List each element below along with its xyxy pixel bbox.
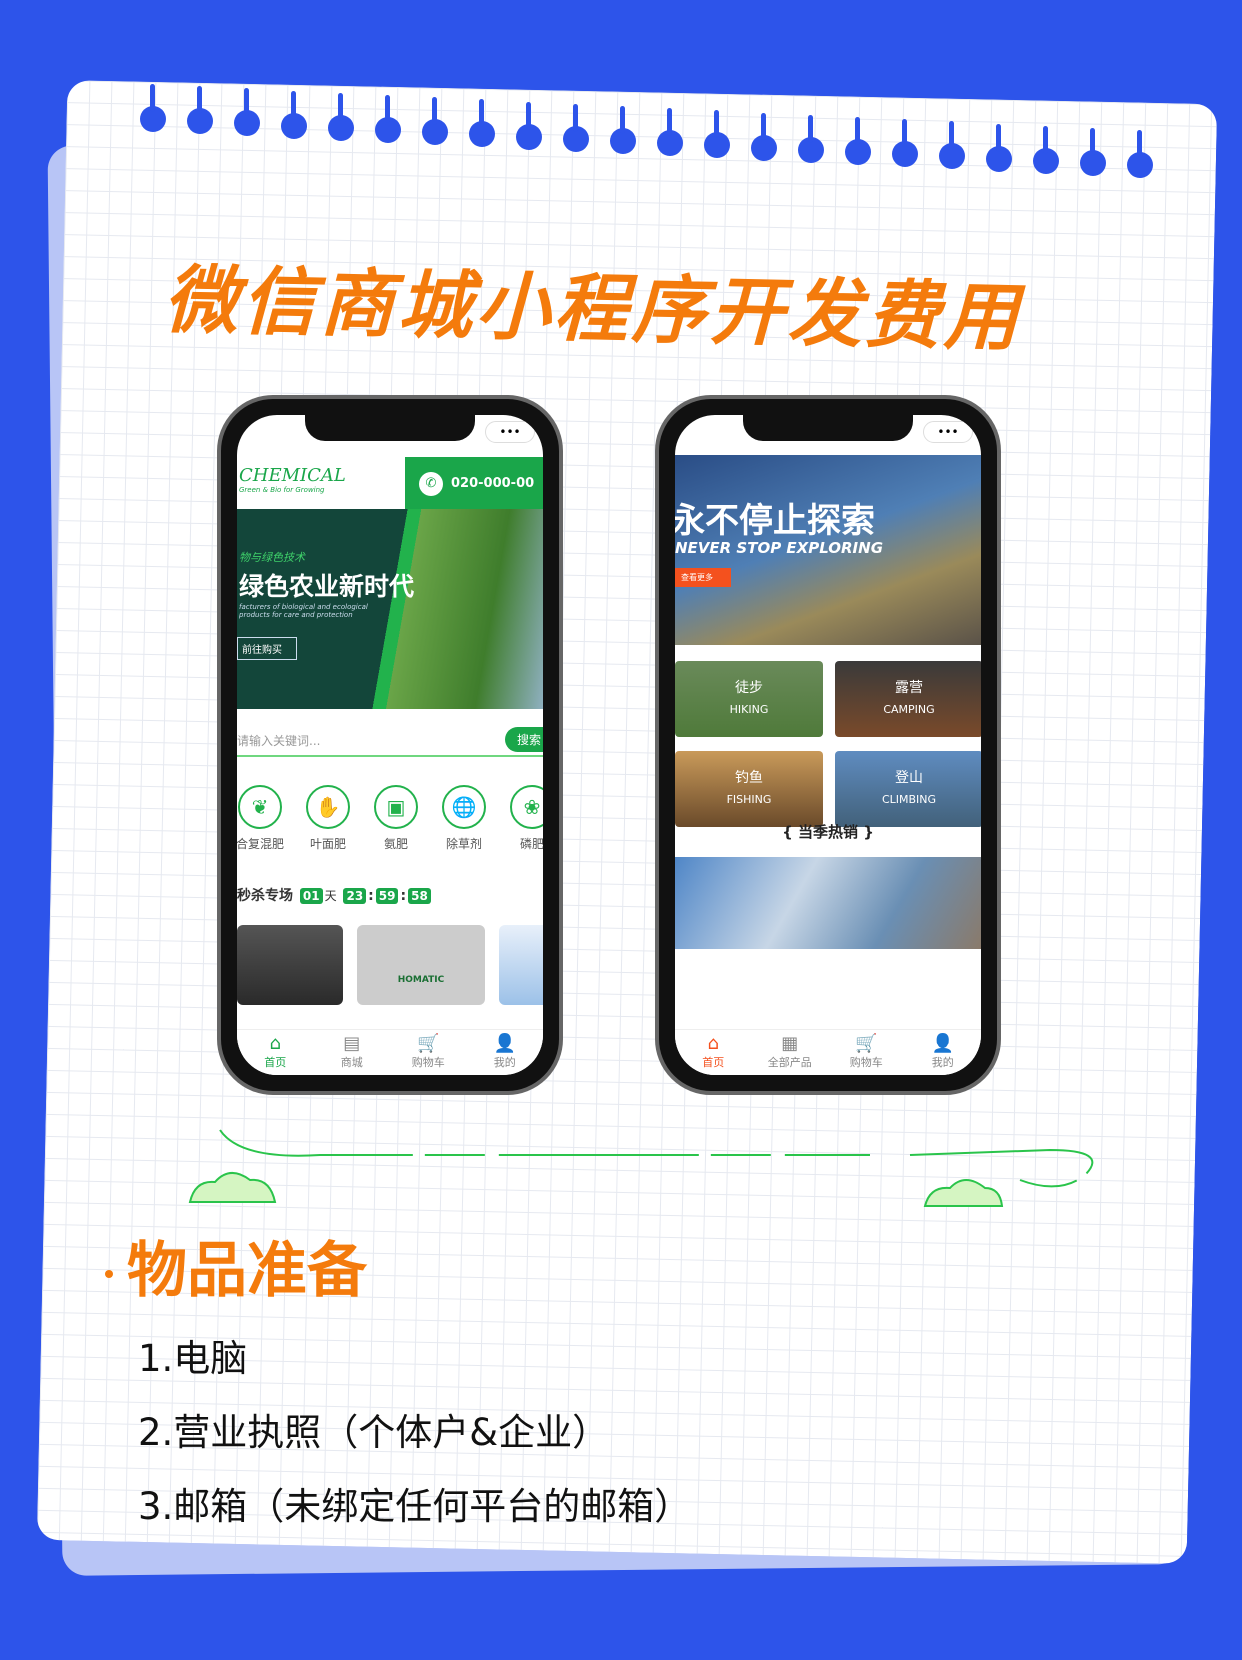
binder-ring: [939, 121, 965, 170]
cart-icon: 🛒: [417, 1033, 440, 1054]
menu-capsule[interactable]: •••: [485, 421, 535, 443]
binder-ring: [610, 106, 636, 154]
binder-ring: [892, 119, 918, 168]
phone-screen: ••• CHEMICAL Green & Bio for Growing ✆ 02…: [237, 415, 543, 1075]
wheat-icon: ❀: [510, 785, 543, 829]
user-icon: 👤: [931, 1033, 954, 1054]
phone-contact[interactable]: ✆ 020-000-00: [405, 457, 543, 509]
section-heading: 物品准备: [105, 1222, 367, 1309]
binder-ring: [1033, 125, 1059, 174]
product-card[interactable]: [237, 925, 343, 1005]
tab-bar: ⌂ 首页 ▤ 商城 🛒 购物车 👤 我的: [237, 1029, 543, 1075]
hero-banner[interactable]: 物与绿色技术 绿色农业新时代 facturers of biological a…: [237, 509, 543, 709]
product-card[interactable]: [499, 925, 543, 1005]
phone-mockup-left: ••• CHEMICAL Green & Bio for Growing ✆ 02…: [217, 395, 563, 1095]
user-icon: 👤: [493, 1033, 516, 1054]
sprout-icon: ❦: [238, 785, 282, 829]
store-icon: ▤: [343, 1033, 361, 1054]
binder-ring: [281, 90, 307, 139]
category-tile[interactable]: 徒步 HIKING: [675, 661, 823, 737]
notch: [743, 415, 913, 441]
binder-ring: [845, 117, 871, 165]
search-bar[interactable]: 请输入关键词... 搜索: [237, 723, 543, 757]
hero-banner[interactable]: 永不停止探索 NEVER STOP EXPLORING 查看更多: [675, 455, 981, 645]
countdown-seconds: 58: [408, 888, 431, 904]
fertilizer-bag-icon: ▣: [374, 785, 418, 829]
list-item: 1.电脑: [138, 1337, 248, 1380]
category-tile[interactable]: 登山 CLIMBING: [835, 751, 981, 827]
hand-plant-icon: ✋: [306, 785, 350, 829]
tab-bar: ⌂ 首页 ▦ 全部产品 🛒 购物车 👤 我的: [675, 1029, 981, 1075]
decorative-doodle: [188, 1129, 1094, 1207]
season-banner[interactable]: [675, 857, 981, 949]
home-icon: ⌂: [269, 1033, 281, 1054]
binder-ring: [704, 110, 730, 159]
countdown-hours: 23: [343, 888, 367, 904]
binder-rings: [140, 84, 1190, 190]
category-tile[interactable]: 钓鱼 FISHING: [675, 751, 823, 827]
tab-item[interactable]: ▦ 全部产品: [752, 1030, 829, 1075]
cart-icon: 🛒: [855, 1033, 878, 1054]
category-item[interactable]: ❦ 合复混肥: [237, 785, 291, 852]
tab-item[interactable]: 👤 我的: [905, 1030, 982, 1075]
section-title: { 当季热销 }: [782, 823, 874, 841]
countdown-minutes: 59: [375, 888, 399, 904]
list-item: 3.邮箱（未绑定任何平台的邮箱）: [138, 1485, 692, 1528]
category-item[interactable]: ▣ 氨肥: [365, 785, 427, 852]
binder-ring: [563, 103, 589, 152]
flash-sale-header: 秒杀专场 01 天 23:59:58: [237, 885, 433, 905]
binder-ring: [657, 108, 683, 157]
globe-arrow-icon: 🌐: [442, 785, 486, 829]
product-card[interactable]: HOMATIC: [357, 925, 485, 1005]
binder-ring: [140, 84, 166, 132]
category-item[interactable]: 🌐 除草剂: [433, 785, 495, 852]
binder-ring: [328, 92, 354, 141]
binder-ring: [986, 123, 1012, 172]
category-row: ❦ 合复混肥 ✋ 叶面肥 ▣ 氨肥 🌐 除草剂 ❀ 磷肥: [237, 785, 543, 852]
tab-item[interactable]: ⌂ 首页: [675, 1030, 752, 1075]
grid-icon: ▦: [781, 1033, 799, 1054]
tab-item[interactable]: ▤ 商城: [314, 1030, 391, 1075]
tab-item[interactable]: 👤 我的: [467, 1030, 544, 1075]
logo: CHEMICAL Green & Bio for Growing: [239, 465, 346, 494]
binder-ring: [187, 86, 213, 135]
view-more-button[interactable]: 查看更多: [675, 568, 731, 587]
phone-screen: ••• 永不停止探索 NEVER STOP EXPLORING 查看更多 徒步 H…: [675, 415, 981, 1075]
category-item[interactable]: ✋ 叶面肥: [297, 785, 359, 852]
page-title: 微信商城小程序开发费用: [163, 257, 1023, 362]
list-item: 2.营业执照（个体户&企业）: [138, 1411, 610, 1454]
binder-ring: [798, 114, 824, 163]
home-icon: ⌂: [707, 1033, 719, 1054]
binder-ring: [751, 112, 777, 161]
phone-icon: ✆: [419, 472, 443, 496]
binder-ring: [1127, 130, 1153, 179]
phone-mockup-right: ••• 永不停止探索 NEVER STOP EXPLORING 查看更多 徒步 H…: [655, 395, 1001, 1095]
buy-button[interactable]: 前往购买: [237, 637, 297, 660]
search-button[interactable]: 搜索: [504, 727, 543, 752]
binder-ring: [1080, 128, 1106, 176]
binder-ring: [375, 95, 401, 143]
notch: [305, 415, 475, 441]
countdown-days: 01: [299, 888, 323, 904]
search-input[interactable]: 请输入关键词...: [237, 732, 320, 749]
category-tile[interactable]: 露营 CAMPING: [835, 661, 981, 737]
tab-item[interactable]: 🛒 购物车: [390, 1030, 467, 1075]
category-item[interactable]: ❀ 磷肥: [501, 785, 543, 852]
tab-item[interactable]: 🛒 购物车: [828, 1030, 905, 1075]
binder-ring: [234, 88, 260, 137]
tab-item[interactable]: ⌂ 首页: [237, 1030, 314, 1075]
binder-ring: [516, 101, 542, 150]
binder-ring: [422, 97, 448, 146]
binder-ring: [469, 99, 495, 148]
menu-capsule[interactable]: •••: [923, 421, 973, 443]
